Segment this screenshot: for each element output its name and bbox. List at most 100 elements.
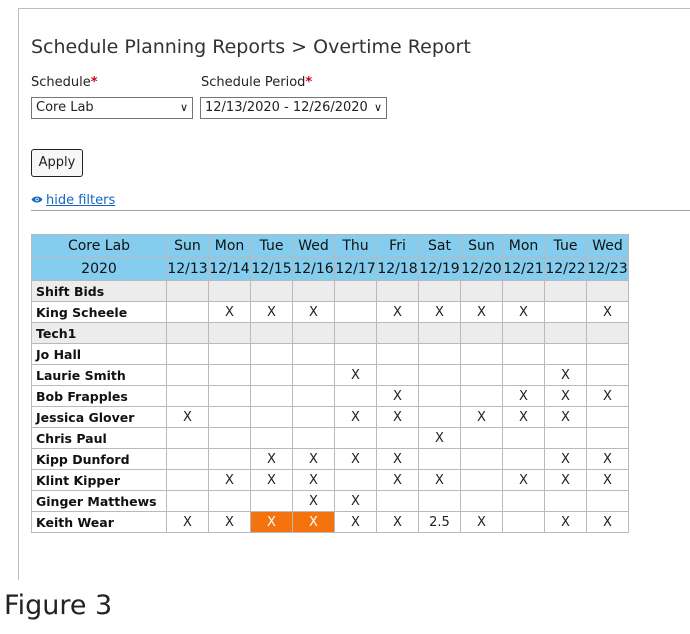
schedule-cell: X <box>586 385 629 407</box>
schedule-cell <box>292 364 335 386</box>
schedule-cell <box>502 280 545 302</box>
day-header: Tue <box>544 234 587 258</box>
hide-filters-label: hide filters <box>46 193 116 208</box>
schedule-cell <box>166 490 209 512</box>
schedule-cell: X <box>544 364 587 386</box>
date-header: 12/22 <box>544 257 587 281</box>
schedule-cell: X <box>250 301 293 323</box>
schedule-cell <box>586 427 629 449</box>
schedule-cell: X <box>418 469 461 491</box>
schedule-cell <box>208 448 251 470</box>
schedule-label: Schedule* <box>31 75 98 90</box>
schedule-cell <box>376 427 419 449</box>
schedule-cell: X <box>334 490 377 512</box>
schedule-cell: X <box>208 301 251 323</box>
schedule-cell <box>502 511 545 533</box>
schedule-cell <box>460 469 503 491</box>
schedule-period-label: Schedule Period* <box>201 75 312 90</box>
schedule-cell: X <box>460 406 503 428</box>
schedule-cell: X <box>376 406 419 428</box>
schedule-cell <box>544 280 587 302</box>
schedule-cell <box>418 490 461 512</box>
row-name: Laurie Smith <box>31 364 167 386</box>
schedule-cell <box>418 406 461 428</box>
schedule-cell <box>250 343 293 365</box>
divider <box>31 210 690 211</box>
schedule-cell: X <box>502 385 545 407</box>
hide-filters-link[interactable]: hide filters <box>31 193 115 208</box>
schedule-cell: X <box>376 511 419 533</box>
table-row: Jo Hall <box>31 343 629 365</box>
date-header: 12/16 <box>292 257 335 281</box>
schedule-cell <box>166 301 209 323</box>
schedule-cell <box>250 427 293 449</box>
schedule-cell <box>418 385 461 407</box>
schedule-cell <box>250 322 293 344</box>
schedule-cell <box>502 364 545 386</box>
schedule-cell <box>292 406 335 428</box>
schedule-cell <box>166 427 209 449</box>
schedule-cell <box>292 427 335 449</box>
schedule-cell <box>208 490 251 512</box>
schedule-cell <box>586 364 629 386</box>
corner-year: 2020 <box>31 257 167 281</box>
schedule-cell: X <box>586 448 629 470</box>
table-row: Klint Kipper X X X X X X X X <box>31 469 629 491</box>
schedule-cell <box>418 280 461 302</box>
schedule-cell: X <box>292 490 335 512</box>
schedule-cell <box>544 301 587 323</box>
day-header: Sat <box>418 234 461 258</box>
schedule-cell: X <box>418 427 461 449</box>
schedule-cell <box>376 490 419 512</box>
schedule-cell: X <box>250 511 293 533</box>
day-header: Sun <box>460 234 503 258</box>
schedule-cell <box>460 343 503 365</box>
schedule-cell <box>250 364 293 386</box>
schedule-cell: X <box>460 511 503 533</box>
schedule-period-select[interactable]: 12/13/2020 - 12/26/2020 ∨ <box>200 97 387 119</box>
row-name: Chris Paul <box>31 427 167 449</box>
schedule-select[interactable]: Core Lab ∨ <box>31 97 193 119</box>
date-header: 12/13 <box>166 257 209 281</box>
schedule-cell <box>502 427 545 449</box>
schedule-cell <box>334 280 377 302</box>
schedule-cell <box>166 469 209 491</box>
schedule-label-text: Schedule <box>31 75 91 90</box>
schedule-cell <box>166 448 209 470</box>
schedule-cell <box>208 427 251 449</box>
schedule-cell <box>334 343 377 365</box>
date-header: 12/20 <box>460 257 503 281</box>
row-name: Bob Frapples <box>31 385 167 407</box>
schedule-cell: X <box>418 301 461 323</box>
apply-button[interactable]: Apply <box>31 149 83 177</box>
schedule-cell <box>502 322 545 344</box>
schedule-cell <box>418 364 461 386</box>
chevron-down-icon: ∨ <box>373 101 382 114</box>
schedule-cell: X <box>250 448 293 470</box>
schedule-cell: X <box>334 511 377 533</box>
schedule-cell <box>292 343 335 365</box>
schedule-cell <box>460 322 503 344</box>
table-row: Kipp Dunford X X X X X X <box>31 448 629 470</box>
schedule-cell <box>544 343 587 365</box>
date-header: 12/21 <box>502 257 545 281</box>
schedule-cell <box>250 280 293 302</box>
row-name: Jessica Glover <box>31 406 167 428</box>
date-header: 12/23 <box>586 257 629 281</box>
schedule-cell <box>334 427 377 449</box>
schedule-cell: X <box>544 469 587 491</box>
schedule-cell: X <box>334 364 377 386</box>
schedule-cell: X <box>292 511 335 533</box>
schedule-cell <box>166 343 209 365</box>
row-name: King Scheele <box>31 301 167 323</box>
schedule-cell <box>586 490 629 512</box>
schedule-cell: X <box>502 301 545 323</box>
schedule-cell: X <box>502 406 545 428</box>
schedule-cell: X <box>166 511 209 533</box>
schedule-cell: X <box>502 469 545 491</box>
schedule-cell <box>502 448 545 470</box>
table-row: Keith Wear X X X X X X 2.5 X X X <box>31 511 629 533</box>
row-name: Ginger Matthews <box>31 490 167 512</box>
day-header: Mon <box>208 234 251 258</box>
schedule-cell <box>250 490 293 512</box>
